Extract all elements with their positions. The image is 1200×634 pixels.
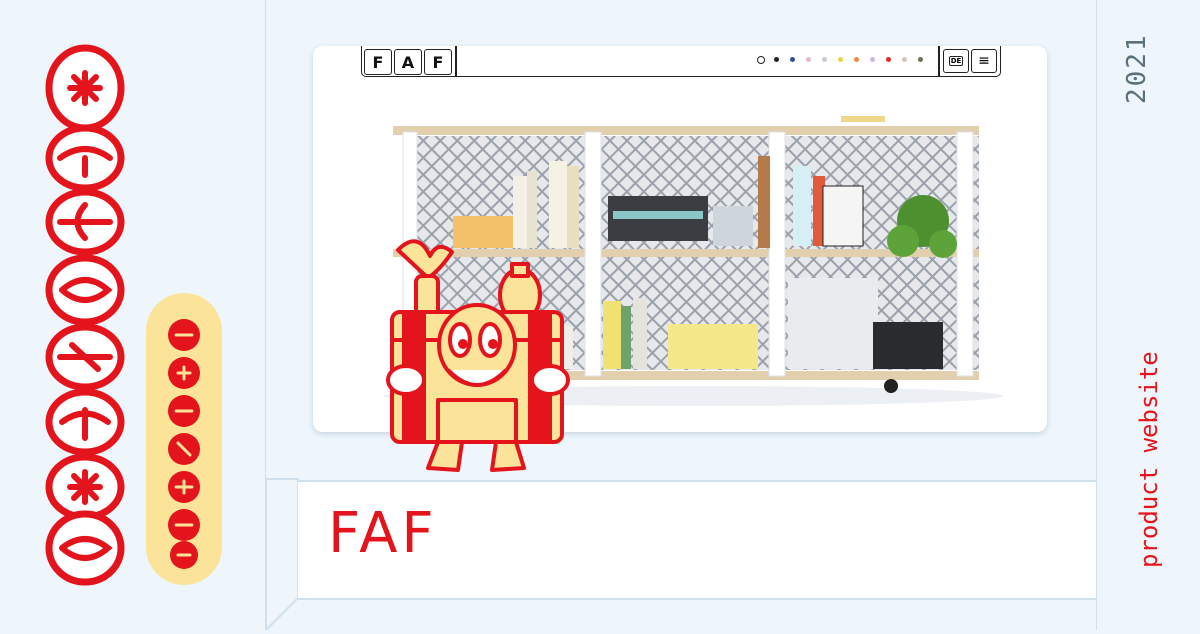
brand-panel: [0, 0, 265, 630]
project-name-bar: FAF: [298, 480, 1096, 600]
mogelino-wordmark-logo: [45, 44, 125, 586]
frame-divider-footer: [298, 598, 1097, 600]
project-year: 2021: [1122, 33, 1152, 104]
mascot-illustration: [386, 239, 570, 472]
frame-corner-ornament: [266, 478, 299, 630]
project-title: FAF: [328, 501, 438, 566]
project-category: product website: [1135, 351, 1163, 568]
project-badge-lettering: [168, 319, 200, 569]
project-badge: [146, 293, 222, 585]
